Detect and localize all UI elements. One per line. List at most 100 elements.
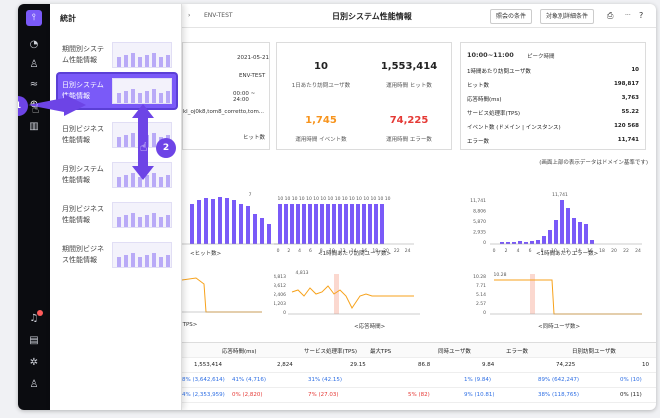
- y-tick-label: 10.28: [473, 274, 486, 280]
- query-conditions-button[interactable]: 照会の条件: [490, 9, 533, 24]
- info-hits-label: ヒット数: [243, 135, 266, 141]
- thumb-bar: [166, 215, 170, 227]
- thumb-bar: [152, 53, 156, 67]
- bar: [308, 204, 312, 244]
- bar: [344, 204, 348, 244]
- line-series: [291, 285, 414, 309]
- bar: [320, 204, 324, 244]
- table-header: 応答時間(ms) サービス処理率(TPS) 最大TPS 同時ユーザ数 エラー数 …: [182, 343, 656, 358]
- thumb-bar: [124, 135, 128, 147]
- bar: [512, 242, 516, 244]
- target-detail-button[interactable]: 対象別詳細条件: [540, 9, 595, 24]
- domain-note: (画面上部の表示データはドメイン基準です): [539, 160, 648, 166]
- kpi-errors: 74,225 運用時間 エラー数: [386, 115, 432, 143]
- menu-item-period-system[interactable]: 期間別システム性能情報: [58, 38, 176, 72]
- menu-item-monthly-system[interactable]: 月別システム性能情報: [58, 158, 176, 192]
- bar-peak-label: 11,741: [552, 192, 568, 198]
- menu-item-monthly-business[interactable]: 月別ビジネス性能情報: [58, 198, 176, 232]
- info-domains: kl_oj0k8,tom8_corretto,tom...: [183, 109, 265, 115]
- help-icon[interactable]: ?: [634, 9, 649, 24]
- y-tick-label: 2,406: [274, 292, 286, 298]
- kpi-card: 10 1日あたり訪問ユーザ数 1,553,414 運用時間 ヒット数 1,745 運用…: [276, 42, 452, 150]
- thumb-bar: [145, 215, 149, 227]
- x-tick-label: 24: [405, 248, 411, 254]
- thumb-bar: [152, 253, 156, 267]
- thumb-bar: [117, 177, 121, 187]
- thumbnail-graphic: [117, 89, 170, 103]
- menu-thumbnail: [112, 242, 172, 268]
- thumb-bar: [124, 255, 128, 267]
- bar-peak-labels: 10 10 10 10 10 10 10 10 10 10 10 10 10 1…: [277, 196, 390, 202]
- thumb-bar: [138, 257, 142, 267]
- chart-tps: [182, 277, 262, 313]
- peak-time: 10:00~11:00: [467, 51, 514, 59]
- report-icon[interactable]: ▥: [27, 120, 41, 134]
- peak-row: 1時間あたり訪問ユーザ数 10: [467, 67, 639, 75]
- y-tick-label: 5,870: [473, 219, 486, 225]
- breadcrumb[interactable]: ENV-TEST: [204, 12, 233, 19]
- bar: [584, 224, 588, 244]
- bar: [518, 241, 522, 244]
- kpi-visitors: 10 1日あたり訪問ユーザ数: [291, 61, 351, 89]
- thumb-bar: [131, 213, 135, 227]
- analysis-icon[interactable]: ≈: [27, 78, 41, 92]
- menu-item-period-business[interactable]: 期間別ビジネス性能情報: [58, 238, 176, 272]
- notification-badge: [37, 310, 43, 316]
- bar: [284, 204, 288, 244]
- y-tick-label: 0: [483, 310, 486, 316]
- page-title: 日別システム性能情報: [332, 12, 412, 21]
- chat-icon[interactable]: ▤: [27, 334, 41, 348]
- thumb-bar: [131, 89, 135, 103]
- print-icon[interactable]: ⎙: [602, 9, 619, 24]
- kpi-events: 1,745 運用時間 イベント数: [295, 115, 347, 143]
- chart-hits-label: <ヒット数>: [190, 251, 222, 257]
- bar: [578, 222, 582, 244]
- bar: [204, 198, 208, 244]
- info-time: 00:00 ~ 24:00: [233, 91, 256, 103]
- x-tick-label: 4: [517, 248, 520, 254]
- bar: [239, 204, 243, 244]
- peak-row: サービス処理率(TPS) 55.22: [467, 109, 639, 117]
- bar: [190, 204, 194, 244]
- main-content: › ENV-TEST 日別システム性能情報 照会の条件 対象別詳細条件 ⎙ ··…: [178, 4, 656, 410]
- thumb-bar: [124, 215, 128, 227]
- table-row: 1,553,414 2,824 29.15 86.8 9.84 74,225 1…: [182, 358, 656, 373]
- menu-thumbnail: [112, 78, 172, 104]
- breadcrumb-sep: ›: [188, 12, 191, 19]
- thumb-bar: [124, 175, 128, 187]
- x-tick-label: 2: [287, 248, 290, 254]
- peak-row: ヒット数 198,817: [467, 81, 639, 89]
- bar: [554, 220, 558, 244]
- bar: [290, 204, 294, 244]
- summary-table: 応答時間(ms) サービス処理率(TPS) 最大TPS 同時ユーザ数 エラー数 …: [182, 342, 656, 403]
- y-tick-label: 2,935: [473, 230, 486, 236]
- gear-icon[interactable]: ✲: [27, 356, 41, 370]
- thumbnail-graphic: [117, 253, 170, 267]
- bar: [332, 204, 336, 244]
- peak-row: 応答時間(ms) 3,763: [467, 95, 639, 103]
- app-logo-icon[interactable]: ⫯: [26, 10, 42, 26]
- user-icon[interactable]: ♙: [27, 58, 41, 72]
- bar: [197, 200, 201, 244]
- dashboard-icon[interactable]: ◔: [27, 38, 41, 52]
- x-tick-label: 20: [611, 248, 617, 254]
- thumb-bar: [166, 255, 170, 267]
- bar: [326, 204, 330, 244]
- bar: [246, 206, 250, 244]
- line-series: [494, 279, 642, 315]
- chart-concurrent-label: <同時ユーザ数>: [538, 324, 581, 330]
- x-tick-label: 24: [635, 248, 641, 254]
- y-tick-label: 7.71: [476, 283, 486, 289]
- thumb-bar: [117, 217, 121, 227]
- y-tick-label: 1,203: [274, 301, 286, 307]
- chart-response: 4,813 3,612 2,406 1,203 0 4,813: [274, 270, 420, 316]
- bar: [260, 218, 264, 244]
- bar: [356, 204, 360, 244]
- bar: [350, 204, 354, 244]
- x-tick-label: 0: [493, 248, 496, 254]
- bar: [211, 199, 215, 244]
- chart-errors-label: <1時間あたりエラー数>: [536, 251, 599, 257]
- bar: [506, 242, 510, 244]
- account-icon[interactable]: ♙: [27, 378, 41, 392]
- table-row: 4% (2,353,959) 0% (2,820) 7% (27.03) 5% …: [182, 388, 656, 403]
